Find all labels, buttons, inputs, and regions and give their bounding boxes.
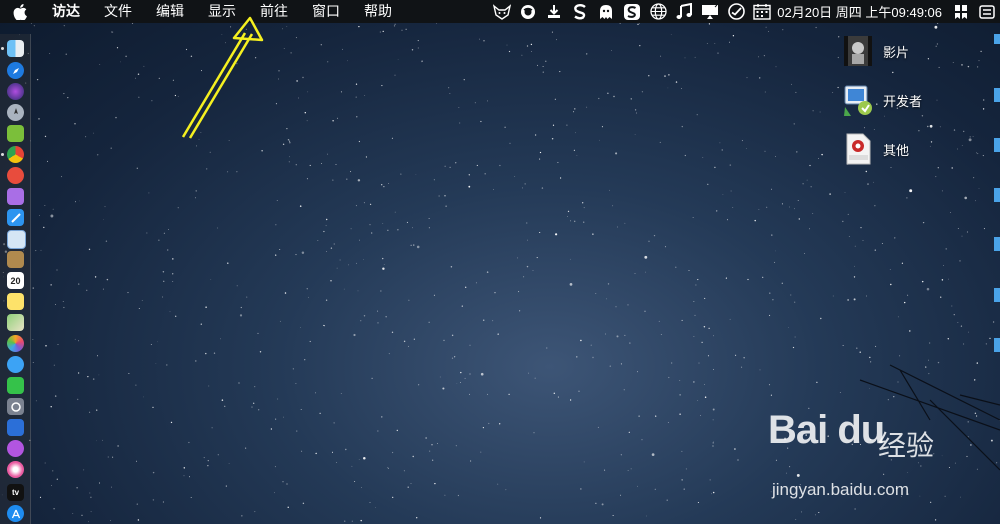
watermark-logo: Bai du [768, 408, 885, 452]
watermark-text: 经验 [878, 430, 935, 461]
baidu-watermark: Bai du 经验 jingyan.baidu.com [768, 408, 968, 508]
watermark-url: jingyan.baidu.com [772, 480, 910, 499]
